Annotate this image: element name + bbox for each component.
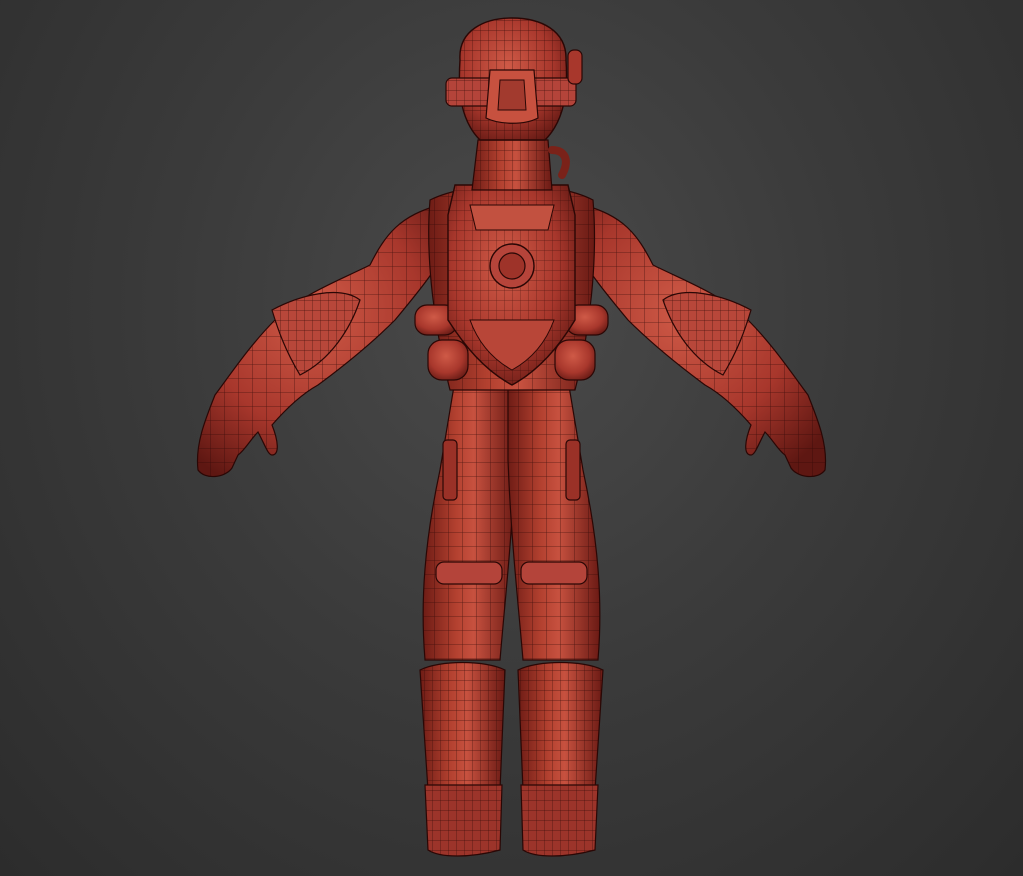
3d-viewport[interactable]	[0, 0, 1023, 876]
left-arm	[196, 204, 456, 478]
character-model[interactable]	[0, 0, 1023, 876]
right-arm	[567, 204, 827, 478]
